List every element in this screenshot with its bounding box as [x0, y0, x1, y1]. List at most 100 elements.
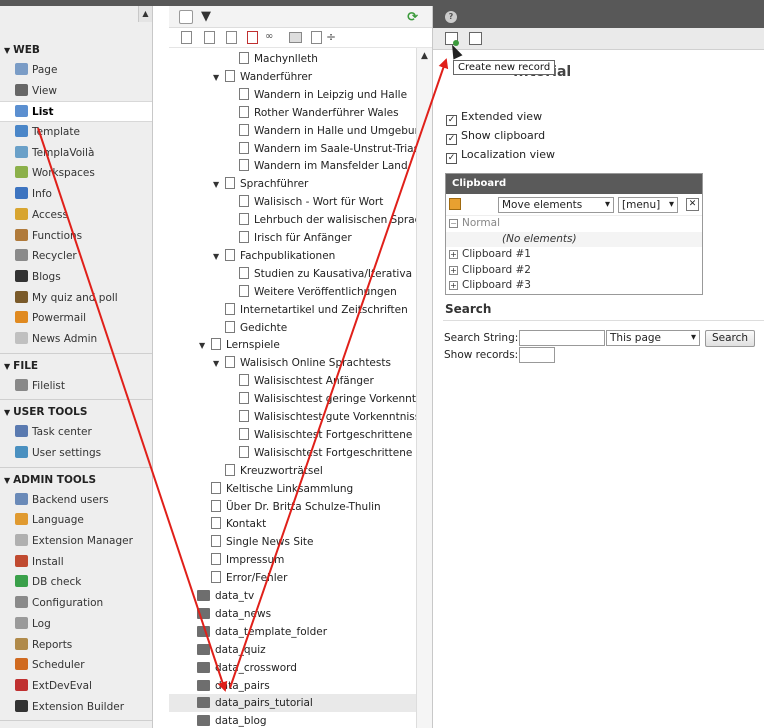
module-recycler[interactable]: Recycler — [0, 246, 152, 267]
spacer-icon[interactable]: ÷ — [326, 30, 336, 44]
show-records-input[interactable] — [519, 347, 555, 363]
show-clipboard-checkbox[interactable]: ✓ Show clipboard — [446, 129, 545, 145]
tree-page[interactable]: Studien zu Kausativa/Iterativa — [239, 265, 412, 283]
tree-page[interactable]: Über Dr. Britta Schulze-Thulin — [211, 498, 381, 516]
module-backend-users[interactable]: Backend users — [0, 490, 152, 511]
page-icon[interactable] — [225, 463, 235, 476]
module-news-admin[interactable]: News Admin — [0, 329, 152, 350]
page-icon[interactable] — [239, 445, 249, 458]
module-list[interactable]: List — [0, 101, 152, 123]
expand-toggle-icon[interactable]: ▼ — [213, 69, 222, 87]
tree-page[interactable]: Walisischtest Anfänger — [239, 372, 374, 390]
search-input[interactable] — [519, 330, 605, 346]
page-icon[interactable] — [239, 266, 249, 279]
clipboard-mode-select[interactable]: Move elements — [498, 197, 614, 213]
page-icon[interactable] — [211, 571, 221, 584]
page-icon[interactable] — [211, 535, 221, 548]
section-web[interactable]: ▼ WEB — [0, 40, 152, 60]
search-button[interactable]: Search — [705, 330, 755, 347]
tree-page[interactable]: Walisischtest geringe Vorkenntnisse — [239, 390, 432, 408]
collapse-triangle-icon[interactable]: ▼ — [4, 403, 10, 423]
page-icon[interactable] — [239, 105, 249, 118]
tree-folder[interactable]: data_blog — [197, 712, 267, 728]
module-language[interactable]: Language — [0, 510, 152, 531]
collapse-triangle-icon[interactable]: ▼ — [4, 357, 10, 377]
page-icon[interactable] — [211, 517, 221, 530]
doctype-external-icon[interactable] — [226, 31, 237, 44]
tree-page[interactable]: Machynlleth — [239, 50, 318, 68]
folder-icon[interactable] — [197, 661, 210, 673]
page-icon[interactable] — [239, 410, 249, 422]
module-access[interactable]: Access — [0, 205, 152, 226]
page-icon[interactable] — [239, 427, 249, 440]
tree-page[interactable]: ▼ Wanderführer — [213, 68, 312, 86]
tree-folder[interactable]: data_news — [197, 605, 271, 623]
tree-folder[interactable]: data_crossword — [197, 659, 297, 677]
link-icon[interactable]: ∞ — [265, 31, 273, 42]
clipboard-normal[interactable]: − Normal — [446, 216, 702, 232]
tree-page[interactable]: Kontakt — [211, 515, 266, 533]
search-scope-select[interactable]: This page — [606, 330, 700, 346]
collapse-triangle-icon[interactable]: ▼ — [4, 41, 10, 61]
section-user-tools[interactable]: ▼ USER TOOLS — [0, 402, 152, 422]
module-configuration[interactable]: Configuration — [0, 593, 152, 614]
module-my-quiz-and-poll[interactable]: My quiz and poll — [0, 288, 152, 309]
module-functions[interactable]: Functions — [0, 226, 152, 247]
tree-page[interactable]: Walisischtest Fortgeschrittene I — [239, 426, 419, 444]
module-blogs[interactable]: Blogs — [0, 267, 152, 288]
module-log[interactable]: Log — [0, 614, 152, 635]
collapse-triangle-icon[interactable]: ▼ — [4, 471, 10, 491]
tree-page[interactable]: Walisischtest gute Vorkenntnisse — [239, 408, 427, 426]
module-templavoil-[interactable]: TemplaVoilà — [0, 143, 152, 164]
module-task-center[interactable]: Task center — [0, 422, 152, 443]
tree-page[interactable]: Internetartikel und Zeitschriften — [225, 301, 408, 319]
collapse-triangle-icon[interactable]: ▼ — [4, 724, 10, 728]
tree-page[interactable]: ▼ Sprachführer — [213, 175, 308, 193]
module-extension-manager[interactable]: Extension Manager — [0, 531, 152, 552]
page-icon[interactable] — [225, 320, 235, 333]
folder-icon[interactable] — [197, 625, 210, 637]
clipboard-menu-select[interactable]: [menu] — [618, 197, 678, 213]
folder-icon[interactable] — [197, 715, 210, 727]
tree-folder[interactable]: data_template_folder — [197, 623, 327, 641]
clipboard-pad-1[interactable]: + Clipboard #1 — [446, 247, 702, 263]
module-reports[interactable]: Reports — [0, 635, 152, 656]
checkbox-icon[interactable]: ✓ — [446, 115, 457, 126]
tree-folder[interactable]: data_pairs_tutorial — [169, 694, 417, 713]
close-icon[interactable]: ✕ — [686, 198, 699, 211]
module-workspaces[interactable]: Workspaces — [0, 163, 152, 184]
folder-icon[interactable] — [197, 697, 210, 709]
module-page[interactable]: Page — [0, 60, 152, 81]
expand-toggle-icon[interactable]: ▼ — [213, 355, 222, 373]
tree-page[interactable]: Keltische Linksammlung — [211, 480, 353, 498]
module-filelist[interactable]: Filelist — [0, 376, 152, 397]
doctype-folder-icon[interactable] — [289, 32, 302, 43]
folder-icon[interactable] — [197, 607, 210, 619]
tree-page[interactable]: Single News Site — [211, 533, 314, 551]
expand-toggle-icon[interactable]: ▼ — [199, 337, 208, 355]
page-icon[interactable] — [239, 284, 249, 297]
expand-toggle-icon[interactable]: ▼ — [213, 248, 222, 266]
tree-page[interactable]: Lehrbuch der walisischen Sprache — [239, 211, 432, 229]
page-icon[interactable] — [239, 392, 249, 405]
page-icon[interactable] — [225, 248, 235, 261]
doctype-advanced-icon[interactable] — [204, 31, 215, 44]
page-icon[interactable] — [239, 195, 249, 208]
expand-icon[interactable]: + — [449, 250, 458, 259]
checkbox-icon[interactable]: ✓ — [446, 134, 457, 145]
section-file[interactable]: ▼ FILE — [0, 356, 152, 376]
filter-icon[interactable]: ▼ — [201, 9, 211, 24]
tree-page[interactable]: Kreuzworträtsel — [225, 462, 323, 480]
page-icon[interactable] — [239, 123, 249, 136]
page-icon[interactable] — [225, 302, 235, 315]
module-powermail[interactable]: Powermail — [0, 308, 152, 329]
tree-page[interactable]: ▼ Lernspiele — [199, 336, 280, 354]
page-icon[interactable] — [211, 338, 221, 351]
help-icon[interactable]: ? — [445, 11, 457, 23]
expand-icon[interactable]: + — [449, 281, 458, 290]
page-icon[interactable] — [239, 374, 249, 387]
page-icon[interactable] — [225, 177, 235, 190]
section-help[interactable]: ▼HELP — [0, 723, 152, 728]
tree-page[interactable]: Rother Wanderführer Wales — [239, 104, 399, 122]
tree-page[interactable]: Gedichte — [225, 319, 287, 337]
